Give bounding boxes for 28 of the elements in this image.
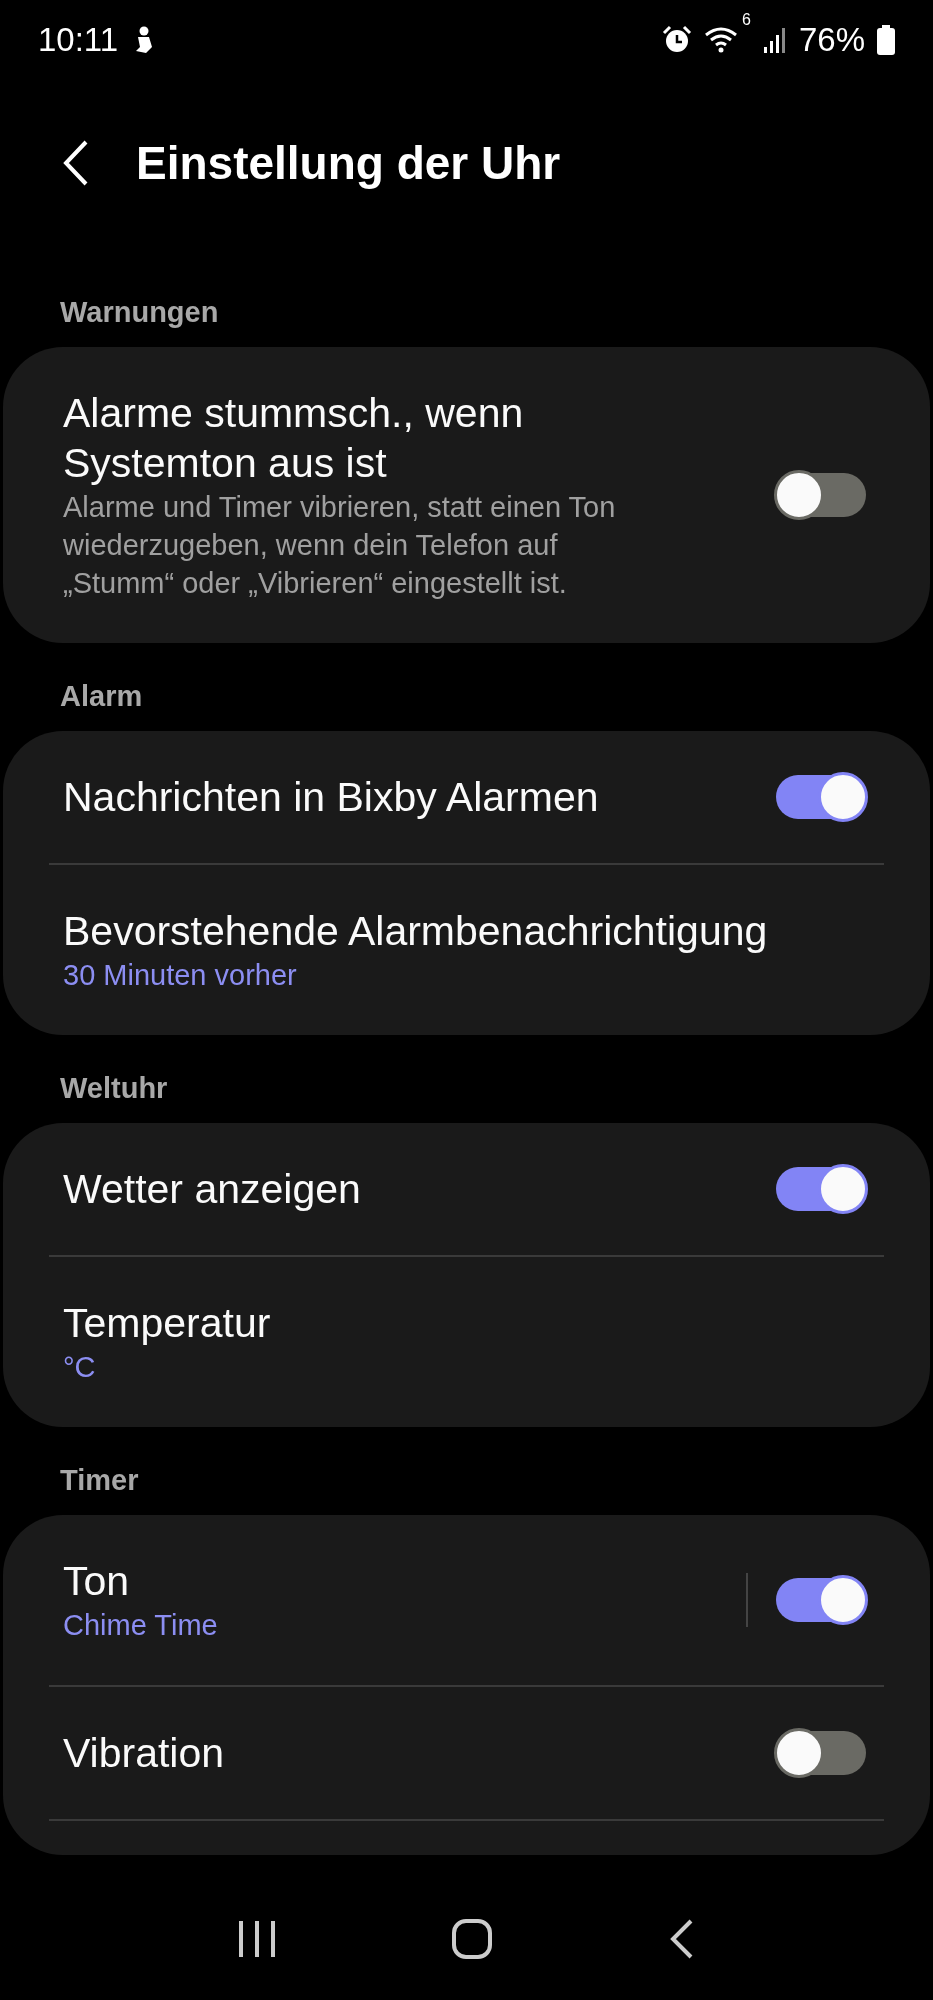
- section-header: Alarm: [59, 679, 144, 714]
- setting-value: °C: [63, 1350, 97, 1385]
- setting-title[interactable]: Alarme stummsch., wenn Systemton aus ist: [63, 388, 643, 488]
- toggle-switch[interactable]: [776, 1167, 866, 1211]
- wifi-icon: [704, 26, 739, 54]
- page-title: Einstellung der Uhr: [136, 135, 561, 190]
- toggle-switch[interactable]: [776, 775, 866, 819]
- section-header: Warnungen: [59, 295, 220, 330]
- section-header: Timer: [59, 1463, 140, 1498]
- setting-title[interactable]: Ton: [63, 1556, 643, 1606]
- setting-value: 30 Minuten vorher: [63, 958, 298, 993]
- setting-title[interactable]: Vibration: [63, 1728, 643, 1778]
- toggle-switch[interactable]: [776, 473, 866, 517]
- section-header: Weltuhr: [59, 1071, 169, 1106]
- setting-description: Alarme und Timer vibrieren, statt einen Ton wiederzugeben, wenn dein Telefon auf „Stumm“ oder „Vibrieren“ eingestellt ist.: [63, 490, 617, 601]
- setting-title[interactable]: Temperatur: [63, 1298, 866, 1348]
- toggle-switch[interactable]: [776, 1731, 866, 1775]
- toggle-switch[interactable]: [776, 1578, 866, 1622]
- wifi-number: 6: [742, 11, 751, 29]
- setting-title[interactable]: Nachrichten in Bixby Alarmen: [63, 772, 643, 822]
- setting-value: Chime Time: [63, 1608, 219, 1643]
- alarm-clock-icon: [662, 25, 693, 55]
- setting-title[interactable]: Wetter anzeigen: [63, 1164, 643, 1214]
- setting-title[interactable]: Bevorstehende Alarmbenachrichtigung: [63, 906, 866, 956]
- signal-icon: [762, 27, 787, 53]
- battery-icon: [877, 25, 895, 55]
- clock: 10:11: [38, 21, 119, 59]
- battery-percent: 76%: [798, 21, 865, 59]
